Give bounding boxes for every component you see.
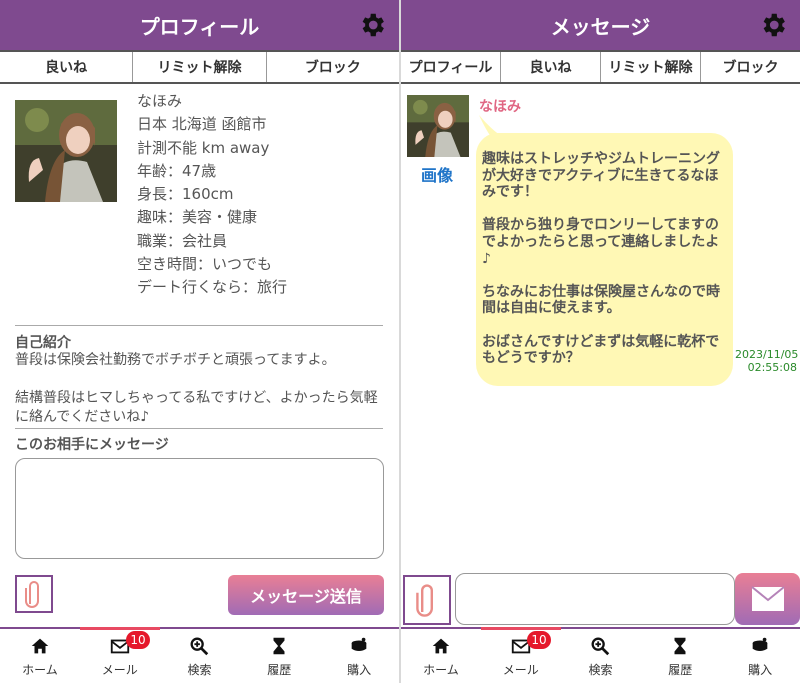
bottom-nav: ホーム メール 10 検索 履歴 購入 bbox=[0, 627, 399, 683]
divider bbox=[15, 428, 383, 429]
nav-home-label: ホーム bbox=[423, 662, 459, 677]
gear-icon[interactable] bbox=[357, 10, 387, 40]
profile-tabs: 良いね リミット解除 ブロック bbox=[0, 50, 399, 84]
nav-search-label: 検索 bbox=[187, 662, 212, 677]
nav-purchase[interactable]: 購入 bbox=[720, 629, 800, 683]
coins-icon bbox=[351, 637, 367, 651]
profile-location: 日本 北海道 函館市 bbox=[137, 115, 267, 134]
nav-purchase-label: 購入 bbox=[748, 662, 773, 677]
intro-text: 普段は保険会社勤務でボチボチと頑張ってますよ。 結構普段はヒマしちゃってる私です… bbox=[15, 352, 378, 425]
avatar[interactable] bbox=[15, 100, 117, 202]
profile-free-time: 空き時間：いつでも bbox=[137, 255, 273, 274]
nav-history-label: 履歴 bbox=[267, 662, 292, 677]
profile-name: なほみ bbox=[137, 92, 183, 110]
profile-job: 職業：会社員 bbox=[137, 231, 228, 250]
divider bbox=[15, 325, 383, 326]
gear-icon[interactable] bbox=[758, 10, 788, 40]
nav-purchase[interactable]: 購入 bbox=[319, 629, 399, 683]
message-timestamp: 2023/11/05 02:55:08 bbox=[735, 348, 799, 374]
profile-date-place: デート行くなら：旅行 bbox=[137, 278, 288, 297]
coins-icon bbox=[752, 637, 768, 651]
tab-block[interactable]: ブロック bbox=[701, 52, 800, 82]
profile-distance: 計測不能 km away bbox=[137, 138, 270, 157]
profile-hobby: 趣味：美容・健康 bbox=[137, 208, 258, 227]
tab-like[interactable]: 良いね bbox=[501, 52, 601, 82]
mail-indicator bbox=[480, 627, 561, 630]
timestamp-time: 02:55:08 bbox=[747, 361, 797, 374]
envelope-icon bbox=[750, 586, 785, 611]
message-title: このお相手にメッセージ bbox=[15, 437, 169, 453]
hourglass-icon bbox=[674, 637, 686, 654]
message-bubble: 趣味はストレッチやジムトレーニングが大好きでアクティブに生きてるなほみです！ 普… bbox=[476, 133, 733, 386]
message-textarea[interactable] bbox=[15, 458, 384, 559]
home-icon bbox=[31, 638, 49, 653]
chat-input[interactable] bbox=[455, 573, 735, 625]
mail-badge: 10 bbox=[126, 631, 150, 649]
nav-mail-label: メール bbox=[101, 662, 138, 677]
send-message-button[interactable]: メッセージ送信 bbox=[228, 575, 384, 615]
send-button[interactable] bbox=[735, 573, 800, 625]
page-title: プロフィール bbox=[139, 14, 260, 39]
chat-input-bar bbox=[401, 573, 800, 627]
nav-mail-label: メール bbox=[502, 662, 539, 677]
nav-home-label: ホーム bbox=[22, 662, 58, 677]
search-icon bbox=[592, 637, 610, 655]
nav-search[interactable]: 検索 bbox=[160, 629, 240, 683]
message-panel: メッセージ プロフィール 良いね リミット解除 ブロック なほみ 画像 趣味はス… bbox=[401, 0, 800, 683]
nav-purchase-label: 購入 bbox=[347, 662, 372, 677]
tab-limit-release[interactable]: リミット解除 bbox=[133, 52, 267, 82]
profile-age: 年齢：47歳 bbox=[137, 161, 217, 180]
tab-like[interactable]: 良いね bbox=[0, 52, 134, 82]
bottom-nav: ホーム メール 10 検索 履歴 購入 bbox=[401, 627, 800, 683]
profile-info: なほみ 日本 北海道 函館市 計測不能 km away 年齢：47歳 身長：16… bbox=[137, 90, 287, 300]
paperclip-icon bbox=[416, 584, 433, 617]
message-header: メッセージ bbox=[401, 0, 800, 50]
nav-mail[interactable]: メール 10 bbox=[79, 627, 160, 683]
sender-name: なほみ bbox=[479, 99, 521, 115]
tab-profile[interactable]: プロフィール bbox=[401, 52, 501, 82]
mail-badge: 10 bbox=[527, 631, 551, 649]
search-icon bbox=[191, 637, 209, 655]
tab-limit-release[interactable]: リミット解除 bbox=[601, 52, 701, 82]
nav-history-label: 履歴 bbox=[668, 662, 693, 677]
nav-mail[interactable]: メール 10 bbox=[480, 627, 561, 683]
hourglass-icon bbox=[273, 637, 285, 654]
paperclip-icon bbox=[25, 581, 39, 608]
home-icon bbox=[432, 638, 450, 653]
tab-block[interactable]: ブロック bbox=[266, 52, 399, 82]
nav-home[interactable]: ホーム bbox=[0, 629, 80, 683]
nav-history[interactable]: 履歴 bbox=[239, 629, 319, 683]
nav-search-label: 検索 bbox=[588, 662, 613, 677]
profile-panel: プロフィール 良いね リミット解除 ブロック なほみ 日本 北海道 函館市 計測… bbox=[0, 0, 399, 683]
profile-header: プロフィール bbox=[0, 0, 399, 50]
image-link[interactable]: 画像 bbox=[421, 162, 453, 186]
intro-title: 自己紹介 bbox=[15, 335, 71, 351]
sender-avatar[interactable] bbox=[407, 95, 469, 157]
message-tabs: プロフィール 良いね リミット解除 ブロック bbox=[401, 50, 800, 84]
profile-height: 身長：160cm bbox=[137, 185, 234, 204]
timestamp-date: 2023/11/05 bbox=[735, 348, 799, 361]
nav-search[interactable]: 検索 bbox=[561, 629, 641, 683]
mail-indicator bbox=[79, 627, 160, 630]
page-title: メッセージ bbox=[550, 14, 651, 39]
attach-button[interactable] bbox=[15, 575, 53, 613]
attach-button[interactable] bbox=[403, 575, 451, 625]
nav-home[interactable]: ホーム bbox=[401, 629, 481, 683]
nav-history[interactable]: 履歴 bbox=[640, 629, 720, 683]
